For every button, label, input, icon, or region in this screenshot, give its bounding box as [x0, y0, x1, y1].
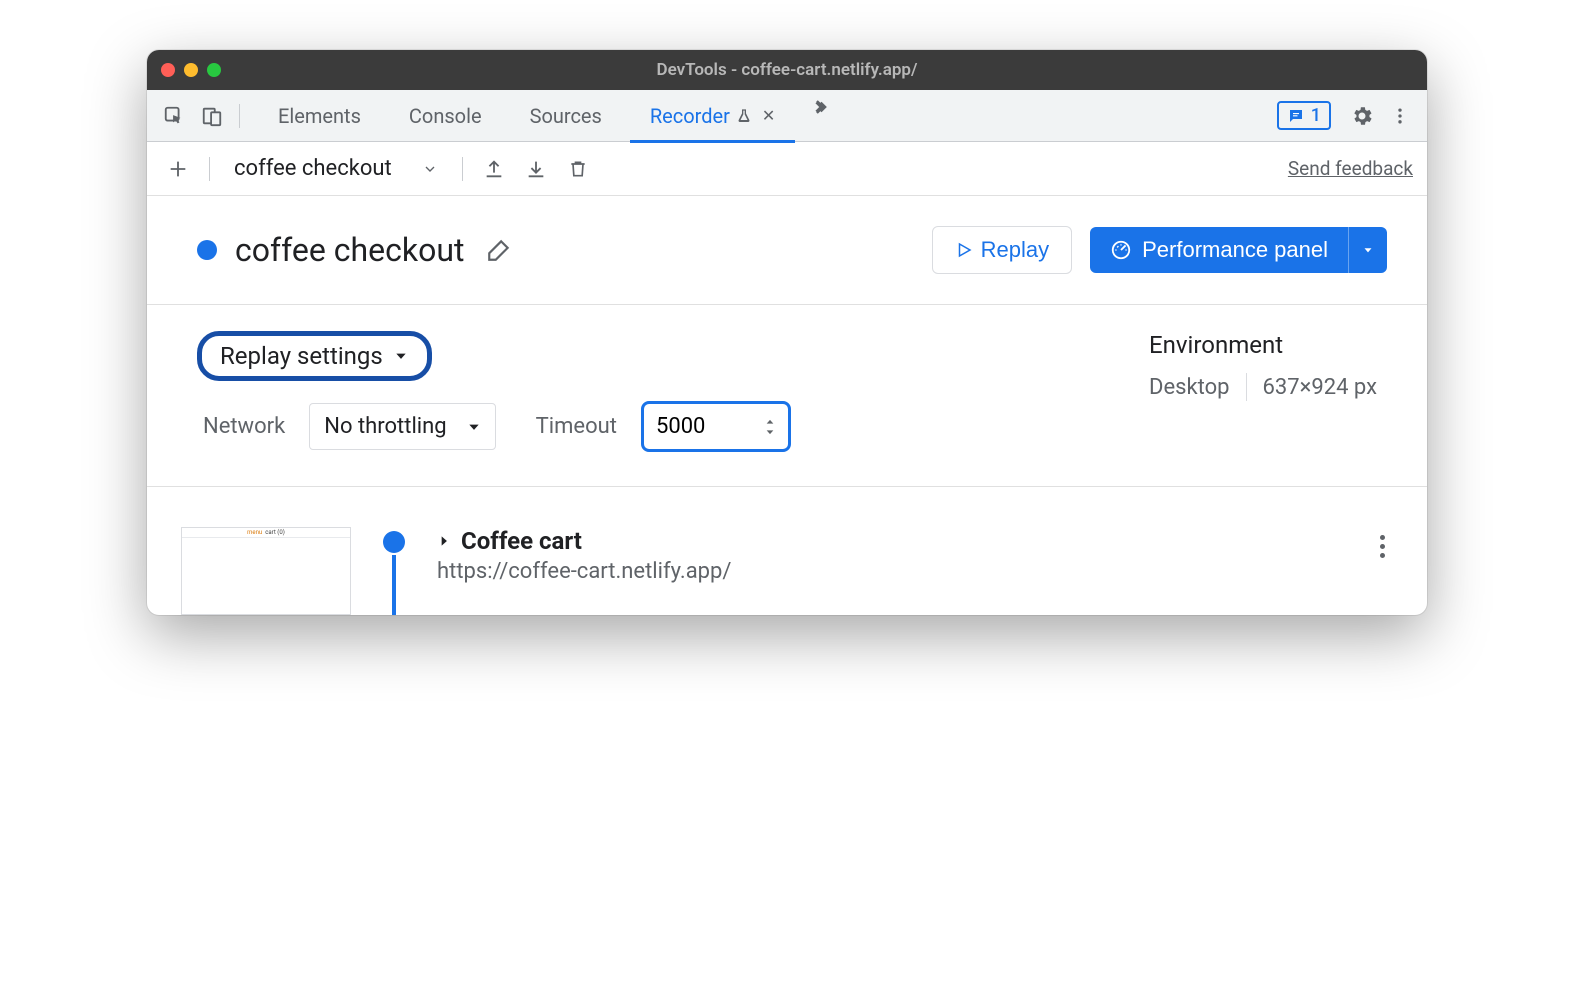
timeout-value: 5000 [656, 414, 705, 439]
message-icon [1287, 107, 1305, 125]
settings-icon[interactable] [1345, 99, 1379, 133]
settings-section: Replay settings Network No throttling Ti… [147, 305, 1427, 487]
environment-section: Environment Desktop 637×924 px [1149, 331, 1377, 452]
tab-recorder[interactable]: Recorder ✕ [630, 90, 795, 142]
step-url: https://coffee-cart.netlify.app/ [437, 559, 1358, 584]
network-throttling-select[interactable]: No throttling [309, 403, 495, 450]
replay-settings-toggle[interactable]: Replay settings [197, 331, 432, 381]
divider [209, 157, 210, 181]
edit-title-button[interactable] [482, 233, 516, 267]
titlebar: DevTools - coffee-cart.netlify.app/ [147, 50, 1427, 90]
step-item[interactable]: Coffee cart https://coffee-cart.netlify.… [437, 527, 1358, 584]
import-button[interactable] [519, 152, 553, 186]
divider [239, 104, 240, 128]
close-window-button[interactable] [161, 63, 175, 77]
divider [462, 157, 463, 181]
recording-status-dot [197, 240, 217, 260]
gauge-icon [1110, 239, 1132, 261]
performance-panel-button[interactable]: Performance panel [1090, 227, 1348, 273]
performance-dropdown-button[interactable] [1348, 227, 1387, 273]
thumb-tab-cart: cart (0) [265, 529, 285, 536]
caret-down-icon [467, 420, 481, 434]
devtools-tabbar: Elements Console Sources Recorder ✕ 1 [147, 90, 1427, 142]
device-toolbar-icon[interactable] [195, 99, 229, 133]
stepper-down-icon [764, 427, 776, 437]
step-title-text: Coffee cart [461, 527, 582, 555]
flask-icon [736, 107, 752, 125]
performance-panel-label: Performance panel [1142, 237, 1328, 263]
issues-count: 1 [1311, 105, 1321, 126]
inspect-icon[interactable] [157, 99, 191, 133]
step-menu-button[interactable] [1372, 527, 1393, 566]
issues-badge[interactable]: 1 [1277, 101, 1331, 130]
chevron-down-icon [422, 161, 438, 177]
stepper-up-icon [764, 417, 776, 427]
network-throttling-value: No throttling [324, 414, 446, 439]
thumb-tab-menu: menu [247, 529, 262, 536]
performance-button-group: Performance panel [1090, 227, 1387, 273]
close-icon[interactable]: ✕ [762, 106, 775, 125]
replay-button[interactable]: Replay [932, 226, 1072, 274]
timeline-dot [383, 531, 405, 553]
maximize-window-button[interactable] [207, 63, 221, 77]
steps-section: menu cart (0) Coffee cart https://coffee… [147, 487, 1427, 615]
replay-button-label: Replay [981, 237, 1049, 263]
environment-title: Environment [1149, 331, 1377, 359]
play-icon [955, 241, 973, 259]
recording-header: coffee checkout Replay Performance panel [147, 196, 1427, 305]
window-title: DevTools - coffee-cart.netlify.app/ [147, 60, 1427, 80]
settings-controls: Network No throttling Timeout 5000 [203, 401, 1069, 452]
environment-dimensions: 637×924 px [1263, 375, 1378, 400]
timeline [381, 527, 407, 615]
environment-device: Desktop [1149, 375, 1230, 400]
devtools-window: DevTools - coffee-cart.netlify.app/ Elem… [147, 50, 1427, 615]
recording-select-label: coffee checkout [234, 156, 392, 181]
timeout-label: Timeout [536, 414, 617, 439]
timeline-line [392, 555, 396, 615]
replay-settings-label: Replay settings [220, 342, 383, 370]
more-tabs-icon[interactable] [803, 90, 837, 124]
divider [1246, 373, 1247, 401]
new-recording-button[interactable] [161, 152, 195, 186]
caret-right-icon [437, 533, 451, 549]
step-thumbnail: menu cart (0) [181, 527, 351, 615]
recording-title: coffee checkout [235, 231, 464, 269]
traffic-lights [161, 63, 221, 77]
more-menu-icon[interactable] [1383, 99, 1417, 133]
tab-elements[interactable]: Elements [258, 90, 381, 142]
timeout-stepper[interactable] [764, 417, 776, 437]
minimize-window-button[interactable] [184, 63, 198, 77]
timeout-input[interactable]: 5000 [641, 401, 791, 452]
panel-tabs: Elements Console Sources Recorder ✕ [258, 90, 837, 142]
caret-down-icon [393, 349, 409, 363]
send-feedback-link[interactable]: Send feedback [1288, 157, 1413, 180]
delete-button[interactable] [561, 152, 595, 186]
tab-sources[interactable]: Sources [510, 90, 622, 142]
tab-recorder-label: Recorder [650, 104, 730, 128]
caret-down-icon [1361, 243, 1375, 257]
export-button[interactable] [477, 152, 511, 186]
recording-select[interactable]: coffee checkout [224, 156, 448, 181]
tab-console[interactable]: Console [389, 90, 502, 142]
network-label: Network [203, 414, 285, 439]
recorder-toolbar: coffee checkout Send feedback [147, 142, 1427, 196]
